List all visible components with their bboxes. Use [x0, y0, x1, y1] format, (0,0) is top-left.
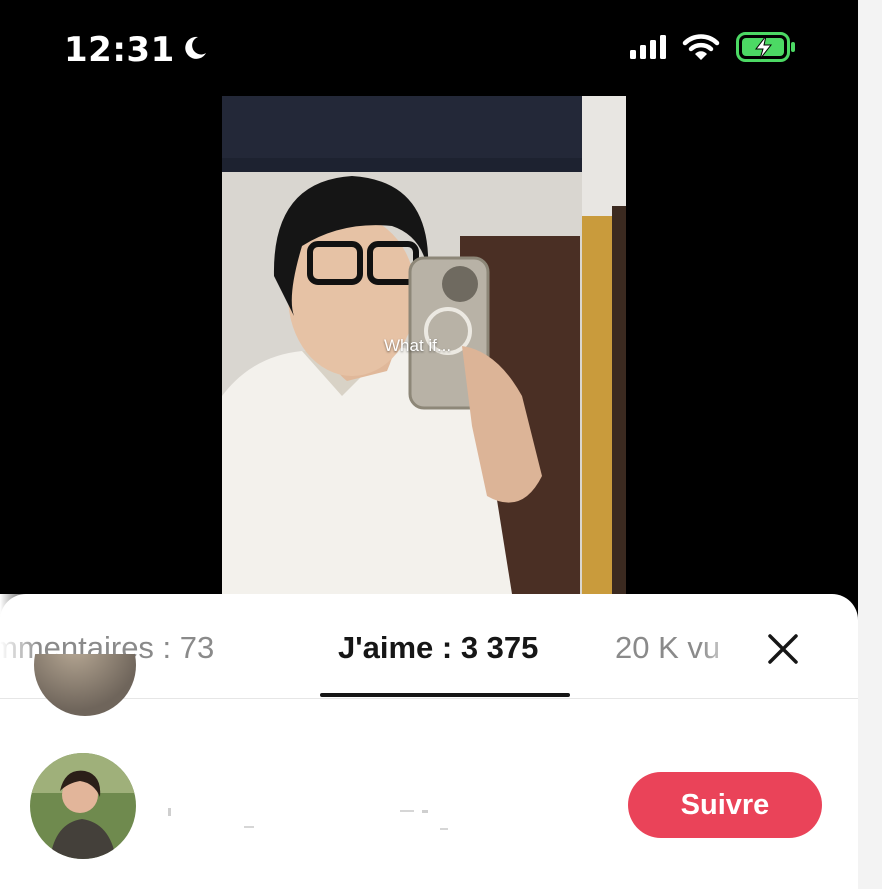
redacted-username	[160, 804, 460, 834]
close-icon[interactable]	[764, 630, 802, 668]
moon-icon	[181, 34, 209, 67]
phone-screen: 12:31 What if... mmentaires: 73 J'aime …	[0, 0, 858, 889]
tabs-fade-right	[700, 594, 740, 697]
avatar[interactable]	[34, 654, 136, 716]
battery-charging-icon	[736, 32, 796, 67]
video-frame[interactable]: What if...	[222, 96, 626, 594]
time-group: 12:31	[64, 30, 209, 70]
avatar[interactable]	[30, 753, 136, 859]
cellular-signal-icon	[630, 35, 666, 64]
video-overlay-text: What if...	[384, 336, 452, 355]
status-bar: 12:31	[0, 0, 858, 100]
likes-bottom-sheet: mmentaires : 73 J'aime : 3 375 20 K vu S…	[0, 594, 858, 889]
follow-button[interactable]: Suivre	[628, 772, 822, 838]
status-time: 12:31	[64, 30, 175, 70]
tab-likes[interactable]: J'aime : 3 375	[338, 630, 538, 666]
list-item: Suivre	[0, 744, 858, 864]
active-tab-indicator	[320, 693, 570, 697]
status-indicators	[630, 32, 796, 67]
wifi-icon	[682, 33, 720, 66]
